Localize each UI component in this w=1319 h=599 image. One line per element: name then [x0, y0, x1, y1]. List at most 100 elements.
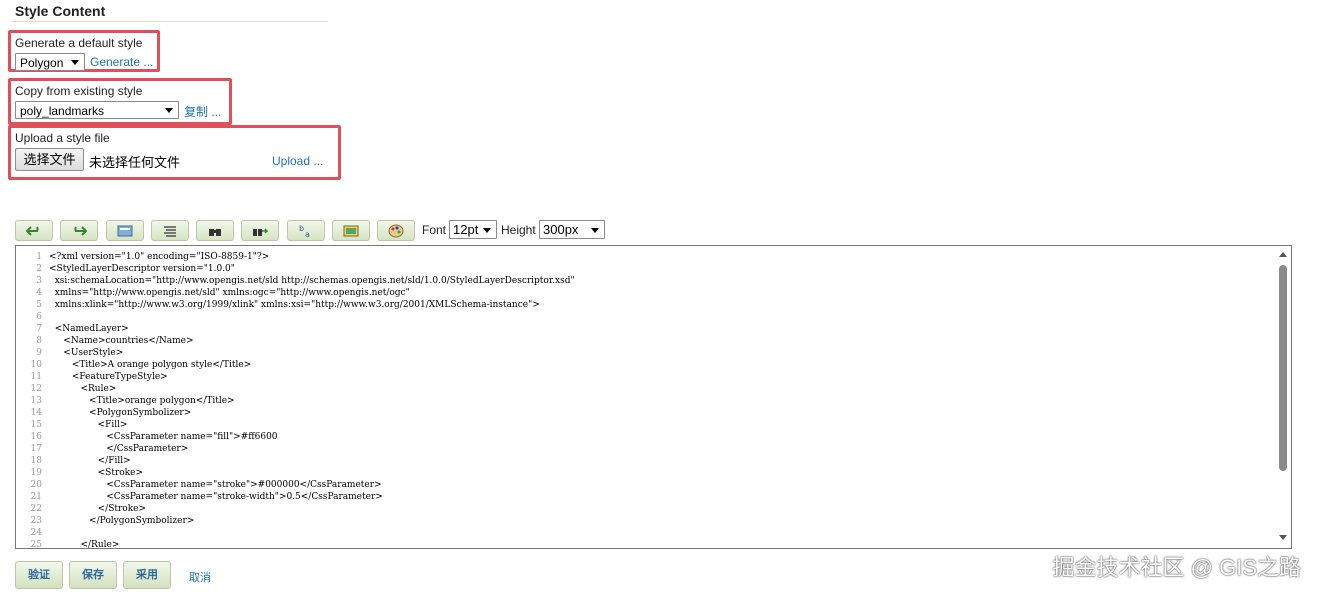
font-label: Font — [422, 223, 447, 237]
scroll-up-icon[interactable] — [1279, 252, 1287, 257]
image-icon — [343, 225, 359, 236]
scrollbar-thumb[interactable] — [1279, 265, 1287, 471]
font-size-value: 12pt — [453, 222, 479, 237]
line-number: 2 — [36, 264, 42, 274]
code-line: <Title>orange polygon</Title> — [49, 396, 235, 406]
line-number: 13 — [30, 396, 42, 406]
line-number: 15 — [30, 420, 42, 430]
geometry-type-select[interactable]: Polygon — [15, 53, 85, 71]
code-line: <CssParameter name="stroke">#000000</Css… — [49, 480, 382, 490]
line-number: 19 — [30, 468, 42, 478]
existing-style-select[interactable]: poly_landmarks — [15, 101, 179, 119]
height-label: Height — [501, 223, 536, 237]
binoculars-arrow-icon — [253, 227, 268, 236]
line-number: 23 — [30, 516, 42, 526]
line-number: 16 — [30, 432, 42, 442]
code-line: xmlns="http://www.opengis.net/sld" xmlns… — [49, 288, 410, 298]
title-divider — [12, 21, 328, 22]
no-file-text: 未选择任何文件 — [89, 155, 181, 170]
code-line: </Fill> — [49, 456, 131, 466]
line-number: 4 — [36, 288, 42, 298]
code-line: xsi:schemaLocation="http://www.opengis.n… — [49, 276, 575, 286]
choose-file-button[interactable]: 选择文件 — [15, 148, 84, 171]
undo-icon — [26, 225, 39, 236]
cancel-link[interactable]: 取消 — [189, 569, 211, 585]
code-line: <CssParameter name="stroke-width">0.5</C… — [49, 492, 383, 502]
code-line: <Title>A orange polygon style</Title> — [49, 360, 252, 370]
chevron-down-icon — [483, 228, 491, 233]
apply-button[interactable]: 采用 — [123, 561, 171, 589]
copy-style-label: Copy from existing style — [15, 84, 143, 98]
line-number: 14 — [30, 408, 42, 418]
code-content[interactable]: <?xml version="1.0" encoding="ISO-8859-1… — [49, 251, 575, 549]
editor-height-value: 300px — [543, 222, 579, 237]
line-number: 25 — [30, 540, 42, 549]
code-line: xmlns:xlink="http://www.w3.org/1999/xlin… — [49, 300, 540, 310]
line-number: 11 — [30, 372, 42, 382]
palette-button[interactable] — [377, 220, 415, 241]
fullscreen-button[interactable] — [196, 220, 234, 241]
copy-link[interactable]: 复制 ... — [184, 103, 221, 120]
line-number: 7 — [36, 324, 42, 334]
code-line: </Rule> — [49, 540, 120, 549]
line-number: 17 — [30, 444, 42, 454]
syntax-toggle-button[interactable]: ba — [287, 220, 325, 241]
go-to-line-button[interactable] — [151, 220, 189, 241]
editor-scrollbar[interactable] — [1276, 247, 1290, 547]
editor-height-select[interactable]: 300px — [539, 220, 605, 239]
line-number: 3 — [36, 276, 42, 286]
search-replace-button[interactable] — [106, 220, 144, 241]
code-line: <PolygonSymbolizer> — [49, 408, 192, 418]
code-line: <Stroke> — [49, 468, 143, 478]
line-number: 12 — [30, 384, 42, 394]
code-line: <?xml version="1.0" encoding="ISO-8859-1… — [49, 252, 270, 262]
line-number: 10 — [30, 360, 42, 370]
line-number: 5 — [36, 300, 42, 310]
scroll-down-icon[interactable] — [1279, 535, 1287, 540]
geometry-type-value: Polygon — [20, 56, 64, 70]
validate-button[interactable]: 验证 — [15, 561, 63, 589]
upload-link[interactable]: Upload ... — [272, 154, 323, 168]
line-number: 21 — [30, 492, 42, 502]
code-line: <StyledLayerDescriptor version="1.0.0" — [49, 264, 235, 274]
line-number: 18 — [30, 456, 42, 466]
redo-button[interactable] — [60, 220, 98, 241]
code-line: <FeatureTypeStyle> — [49, 372, 168, 382]
line-number: 24 — [30, 528, 42, 538]
redo-icon — [74, 225, 87, 236]
line-number-gutter: 1 2 3 4 5 6 7 8 9 10 11 12 13 14 15 16 17 18 19 20 21 22 23 24 2… — [16, 251, 42, 549]
find-next-button[interactable] — [241, 220, 279, 241]
upload-style-label: Upload a style file — [15, 131, 110, 145]
code-line: </Stroke> — [49, 504, 147, 514]
line-number: 9 — [36, 348, 42, 358]
code-line: <UserStyle> — [49, 348, 124, 358]
generate-style-label: Generate a default style — [15, 36, 143, 50]
syntax-icon: ba — [299, 224, 310, 238]
preview-button[interactable] — [332, 220, 370, 241]
line-number: 6 — [36, 312, 42, 322]
chevron-down-icon — [71, 60, 79, 65]
generate-link[interactable]: Generate ... — [90, 55, 153, 69]
watermark: 掘金技术社区 @ GIS之路 — [1052, 555, 1301, 580]
svg-text:b: b — [299, 224, 304, 233]
line-number: 1 — [36, 252, 42, 262]
binoculars-icon — [209, 228, 221, 236]
code-line: <NamedLayer> — [49, 324, 129, 334]
code-line: <Rule> — [49, 384, 117, 394]
undo-button[interactable] — [15, 220, 53, 241]
chevron-down-icon — [165, 108, 173, 113]
line-number: 20 — [30, 480, 42, 490]
font-size-select[interactable]: 12pt — [449, 220, 497, 239]
find-icon — [117, 225, 133, 236]
sld-code-editor[interactable]: 1 2 3 4 5 6 7 8 9 10 11 12 13 14 15 16 17 18 19 20 21 22 23 24 2… — [15, 245, 1292, 549]
lines-icon — [164, 225, 176, 237]
code-line: </CssParameter> — [49, 444, 189, 454]
code-line: <CssParameter name="fill">#ff6600 — [49, 432, 278, 442]
save-button[interactable]: 保存 — [69, 561, 117, 589]
chevron-down-icon — [591, 228, 599, 233]
palette-icon — [388, 224, 404, 237]
code-line: <Fill> — [49, 420, 128, 430]
section-title: Style Content — [15, 3, 106, 19]
